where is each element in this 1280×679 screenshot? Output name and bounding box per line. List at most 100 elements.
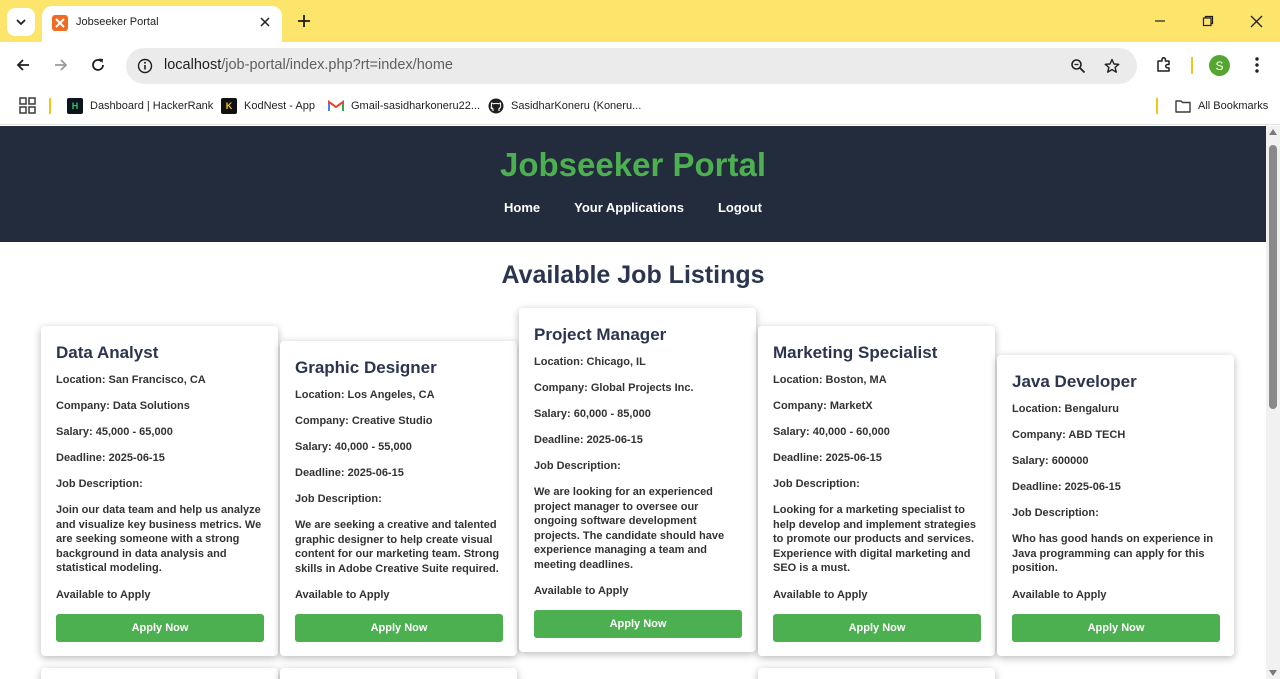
job-description: We are looking for an experienced projec… bbox=[534, 486, 725, 571]
bookmark-hackerrank[interactable]: H Dashboard | HackerRank bbox=[67, 97, 213, 115]
browser-tab-active[interactable]: Jobseeker Portal bbox=[42, 6, 282, 42]
job-status: Available to Apply bbox=[56, 588, 151, 601]
apply-now-button[interactable]: Apply Now bbox=[773, 613, 981, 642]
job-location: Location: Chicago, IL bbox=[534, 356, 646, 368]
job-company: Company: ABD TECH bbox=[1012, 429, 1126, 441]
job-description-label: Job Description: bbox=[295, 493, 382, 505]
job-card-partial bbox=[280, 668, 517, 679]
job-salary: Salary: 600000 bbox=[1012, 455, 1089, 467]
apply-now-button[interactable]: Apply Now bbox=[56, 613, 264, 642]
kebab-menu-icon[interactable] bbox=[1246, 54, 1268, 76]
url-path: /job-portal/index.php?rt=index/home bbox=[221, 57, 453, 73]
apply-now-button[interactable]: Apply Now bbox=[1012, 613, 1220, 642]
bookmarks-divider bbox=[49, 98, 51, 114]
site-header: Jobseeker Portal Home Your Applications … bbox=[0, 126, 1266, 242]
job-company: Company: Global Projects Inc. bbox=[534, 382, 694, 394]
reload-icon[interactable] bbox=[87, 54, 109, 76]
scroll-down-arrow-icon[interactable] bbox=[1269, 670, 1277, 676]
profile-initial: S bbox=[1215, 58, 1224, 73]
job-location: Location: Bengaluru bbox=[1012, 403, 1119, 415]
extensions-puzzle-icon[interactable] bbox=[1153, 54, 1175, 76]
hackerrank-icon: H bbox=[67, 98, 83, 114]
gmail-icon bbox=[328, 98, 344, 114]
job-status: Available to Apply bbox=[295, 589, 390, 601]
job-description: Looking for a marketing specialist to he… bbox=[773, 504, 976, 574]
address-bar[interactable]: localhost/job-portal/index.php?rt=index/… bbox=[126, 48, 1137, 84]
restore-icon[interactable] bbox=[1198, 11, 1218, 31]
job-status: Available to Apply bbox=[773, 588, 868, 601]
apply-now-button[interactable]: Apply Now bbox=[295, 614, 503, 642]
github-icon bbox=[488, 98, 504, 114]
bookmark-gmail[interactable]: Gmail-sasidharkoneru22... bbox=[328, 97, 480, 115]
apps-grid-icon[interactable] bbox=[19, 97, 36, 114]
job-title: Project Manager bbox=[534, 325, 667, 344]
page-scrollbar[interactable] bbox=[1266, 126, 1280, 679]
bookmark-github[interactable]: SasidharKoneru (Koneru... bbox=[488, 97, 641, 115]
tab-title: Jobseeker Portal bbox=[76, 16, 159, 28]
job-deadline: Deadline: 2025-06-15 bbox=[295, 467, 404, 479]
chevron-down-icon bbox=[16, 19, 26, 26]
job-title: Marketing Specialist bbox=[773, 343, 938, 362]
browser-tab-strip: Jobseeker Portal bbox=[0, 0, 1280, 42]
bookmarks-bar: H Dashboard | HackerRank K KodNest - App… bbox=[0, 88, 1280, 125]
job-description: Join our data team and help us analyze a… bbox=[56, 504, 262, 574]
listing-heading: Available Job Listings bbox=[501, 261, 765, 289]
nav-your-applications-link[interactable]: Your Applications bbox=[574, 200, 684, 215]
job-card: Java Developer Location: Bengaluru Compa… bbox=[997, 355, 1234, 656]
job-company: Company: Creative Studio bbox=[295, 415, 433, 427]
job-deadline: Deadline: 2025-06-15 bbox=[773, 452, 882, 464]
apply-now-button[interactable]: Apply Now bbox=[534, 610, 742, 638]
job-card-partial bbox=[758, 668, 995, 679]
bookmarks-divider bbox=[1156, 98, 1158, 114]
job-location: Location: Boston, MA bbox=[773, 374, 887, 386]
job-deadline: Deadline: 2025-06-15 bbox=[534, 434, 643, 446]
job-salary: Salary: 40,000 - 55,000 bbox=[295, 441, 412, 453]
nav-logout-link[interactable]: Logout bbox=[718, 200, 762, 215]
job-description: We are seeking a creative and talented g… bbox=[295, 519, 500, 575]
job-card: Graphic Designer Location: Los Angeles, … bbox=[280, 341, 517, 656]
minimize-icon[interactable] bbox=[1150, 11, 1170, 31]
job-salary: Salary: 40,000 - 60,000 bbox=[773, 426, 890, 438]
job-description-label: Job Description: bbox=[773, 478, 860, 490]
job-card: Marketing Specialist Location: Boston, M… bbox=[758, 326, 995, 656]
job-title: Data Analyst bbox=[56, 343, 159, 362]
job-deadline: Deadline: 2025-06-15 bbox=[56, 452, 165, 464]
all-bookmarks[interactable]: All Bookmarks bbox=[1175, 97, 1268, 115]
site-info-icon[interactable] bbox=[136, 57, 154, 75]
kodnest-icon: K bbox=[221, 98, 237, 114]
bookmark-label: KodNest - App bbox=[244, 100, 315, 112]
url-host: localhost bbox=[164, 57, 222, 73]
bookmark-kodnest[interactable]: K KodNest - App bbox=[221, 97, 315, 115]
new-tab-plus-icon[interactable] bbox=[294, 11, 314, 31]
url-text: localhost/job-portal/index.php?rt=index/… bbox=[164, 57, 453, 73]
bookmark-label: Gmail-sasidharkoneru22... bbox=[351, 100, 481, 112]
zoom-icon[interactable] bbox=[1069, 57, 1087, 75]
tab-close-icon[interactable] bbox=[256, 13, 274, 31]
browser-toolbar: localhost/job-portal/index.php?rt=index/… bbox=[0, 42, 1280, 88]
bookmark-star-icon[interactable] bbox=[1103, 57, 1121, 75]
bookmark-label: Dashboard | HackerRank bbox=[90, 100, 214, 112]
job-company: Company: Data Solutions bbox=[56, 400, 190, 412]
job-company: Company: MarketX bbox=[773, 400, 873, 412]
nav-home-link[interactable]: Home bbox=[504, 200, 540, 215]
job-status: Available to Apply bbox=[1012, 588, 1107, 601]
job-card-partial bbox=[41, 668, 278, 679]
tab-search-button[interactable] bbox=[7, 8, 35, 36]
job-location: Location: Los Angeles, CA bbox=[295, 389, 435, 401]
all-bookmarks-label: All Bookmarks bbox=[1198, 100, 1269, 112]
scroll-thumb[interactable] bbox=[1269, 145, 1277, 409]
window-close-icon[interactable] bbox=[1246, 11, 1266, 31]
forward-arrow-icon[interactable] bbox=[50, 54, 72, 76]
scroll-up-arrow-icon[interactable] bbox=[1269, 129, 1277, 135]
site-nav: Home Your Applications Logout bbox=[0, 200, 1266, 215]
back-arrow-icon[interactable] bbox=[12, 54, 34, 76]
job-salary: Salary: 45,000 - 65,000 bbox=[56, 426, 173, 438]
page-viewport: Jobseeker Portal Home Your Applications … bbox=[0, 126, 1266, 679]
job-description: Who has good hands on experience in Java… bbox=[1012, 533, 1214, 574]
job-deadline: Deadline: 2025-06-15 bbox=[1012, 481, 1121, 493]
profile-avatar[interactable]: S bbox=[1209, 55, 1230, 76]
job-location: Location: San Francisco, CA bbox=[56, 374, 206, 386]
toolbar-divider bbox=[1191, 57, 1193, 74]
job-description-label: Job Description: bbox=[1012, 507, 1099, 519]
xampp-favicon-icon bbox=[52, 15, 68, 31]
